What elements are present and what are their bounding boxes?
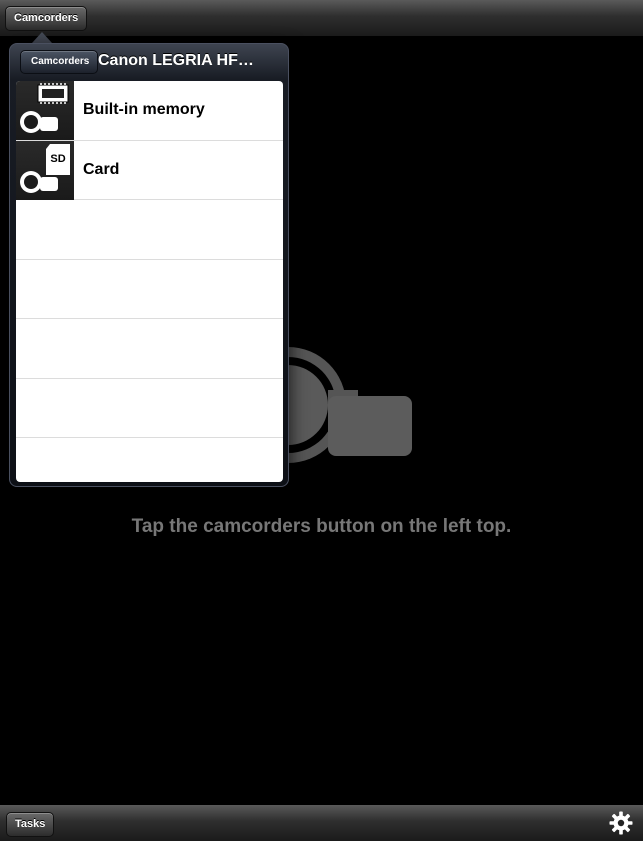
list-item bbox=[16, 200, 283, 260]
list-item-label: Built-in memory bbox=[83, 101, 205, 118]
storage-list: Built-in memory SD Card bbox=[16, 81, 283, 482]
tasks-button[interactable]: Tasks bbox=[6, 812, 55, 837]
list-item bbox=[16, 260, 283, 319]
list-item-label: Card bbox=[83, 160, 120, 178]
list-item-card[interactable]: SD Card bbox=[16, 140, 283, 200]
memory-chip-camcorder-icon bbox=[16, 81, 74, 140]
sd-card-camcorder-icon: SD bbox=[16, 140, 74, 200]
list-item bbox=[16, 438, 283, 482]
instruction-text: Tap the camcorders button on the left to… bbox=[131, 516, 512, 537]
sd-card-label: SD bbox=[50, 153, 65, 165]
back-to-camcorders-button[interactable]: Camcorders bbox=[20, 50, 99, 74]
list-item bbox=[16, 319, 283, 379]
popover-header: Camcorders Canon LEGRIA HF… bbox=[10, 44, 288, 80]
popover-arrow bbox=[32, 32, 52, 43]
camcorder-popover: Camcorders Canon LEGRIA HF… Built-in mem… bbox=[9, 43, 289, 487]
list-item bbox=[16, 379, 283, 438]
popover-title: Canon LEGRIA HF… bbox=[98, 52, 254, 69]
camcorders-button[interactable]: Camcorders bbox=[5, 6, 88, 31]
top-toolbar: Camcorders bbox=[0, 0, 643, 37]
bottom-toolbar: Tasks bbox=[0, 804, 643, 841]
gear-icon[interactable] bbox=[609, 811, 633, 835]
list-item-built-in-memory[interactable]: Built-in memory bbox=[16, 81, 283, 141]
